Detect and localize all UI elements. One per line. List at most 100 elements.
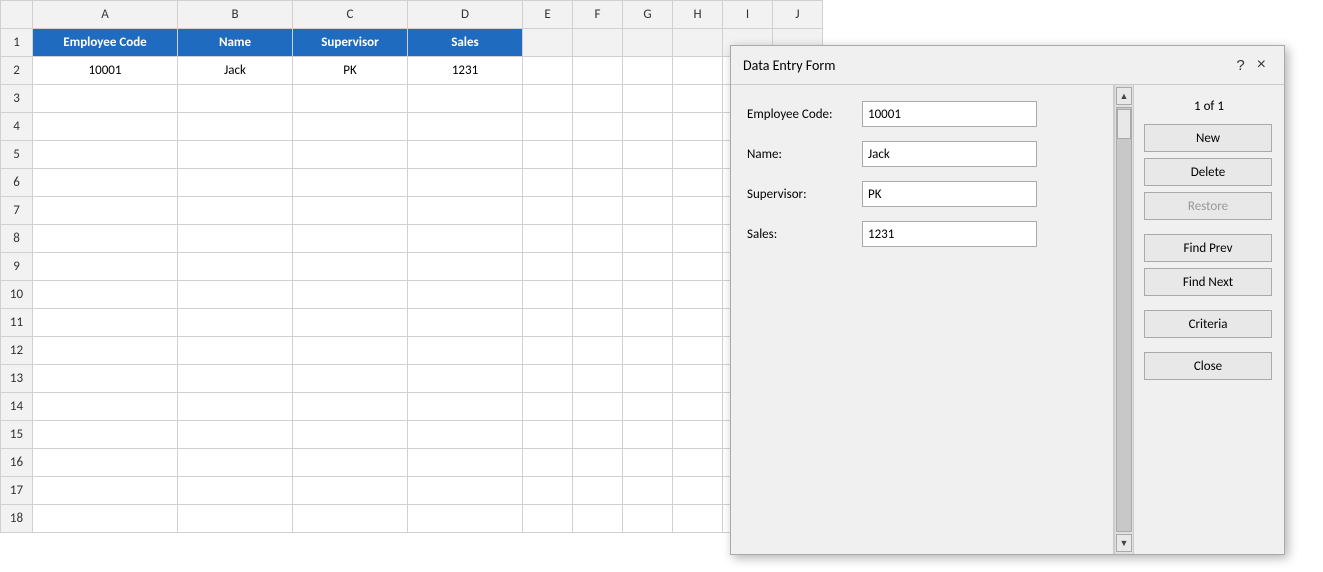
- cell-15-a[interactable]: [33, 421, 178, 449]
- cell-12-a[interactable]: [33, 337, 178, 365]
- cell-11-a[interactable]: [33, 309, 178, 337]
- cell-18-c[interactable]: [293, 505, 408, 533]
- dialog-help-button[interactable]: ?: [1230, 55, 1250, 76]
- cell-16-a[interactable]: [33, 449, 178, 477]
- scrollbar-thumb[interactable]: [1117, 109, 1131, 139]
- cell-7-d[interactable]: [408, 197, 523, 225]
- col-header-h[interactable]: H: [673, 1, 723, 29]
- cell-9-d[interactable]: [408, 253, 523, 281]
- col-header-j[interactable]: J: [773, 1, 823, 29]
- employee-code-input[interactable]: [862, 101, 1037, 127]
- cell-17-c[interactable]: [293, 477, 408, 505]
- cell-6-a[interactable]: [33, 169, 178, 197]
- name-input[interactable]: [862, 141, 1037, 167]
- header-name[interactable]: Name: [178, 29, 293, 57]
- cell-9-b[interactable]: [178, 253, 293, 281]
- cell-14-b[interactable]: [178, 393, 293, 421]
- header-supervisor[interactable]: Supervisor: [293, 29, 408, 57]
- cell-11-b[interactable]: [178, 309, 293, 337]
- cell-2-d[interactable]: 1231: [408, 57, 523, 85]
- col-header-d[interactable]: D: [408, 1, 523, 29]
- cell-4-a[interactable]: [33, 113, 178, 141]
- delete-button[interactable]: Delete: [1144, 158, 1272, 186]
- cell-15-b[interactable]: [178, 421, 293, 449]
- cell-7-c[interactable]: [293, 197, 408, 225]
- criteria-button[interactable]: Criteria: [1144, 310, 1272, 338]
- cell-18-d[interactable]: [408, 505, 523, 533]
- cell-4-d[interactable]: [408, 113, 523, 141]
- cell-13-d[interactable]: [408, 365, 523, 393]
- cell-10-c[interactable]: [293, 281, 408, 309]
- cell-6-b[interactable]: [178, 169, 293, 197]
- scrollbar-up-arrow[interactable]: ▲: [1116, 87, 1132, 105]
- cell-17-b[interactable]: [178, 477, 293, 505]
- cell-3-a[interactable]: [33, 85, 178, 113]
- cell-14-a[interactable]: [33, 393, 178, 421]
- cell-9-a[interactable]: [33, 253, 178, 281]
- cell-6-c[interactable]: [293, 169, 408, 197]
- col-header-c[interactable]: C: [293, 1, 408, 29]
- col-header-g[interactable]: G: [623, 1, 673, 29]
- cell-16-b[interactable]: [178, 449, 293, 477]
- cell-4-b[interactable]: [178, 113, 293, 141]
- cell-5-d[interactable]: [408, 141, 523, 169]
- cell-13-c[interactable]: [293, 365, 408, 393]
- header-employee-code[interactable]: Employee Code: [33, 29, 178, 57]
- cell-14-d[interactable]: [408, 393, 523, 421]
- cell-10-b[interactable]: [178, 281, 293, 309]
- cell-10-d[interactable]: [408, 281, 523, 309]
- cell-13-b[interactable]: [178, 365, 293, 393]
- supervisor-input[interactable]: [862, 181, 1037, 207]
- cell-9-c[interactable]: [293, 253, 408, 281]
- cell-4-c[interactable]: [293, 113, 408, 141]
- dialog-close-x-button[interactable]: ×: [1251, 54, 1272, 76]
- employee-code-row: Employee Code:: [747, 101, 1097, 127]
- find-prev-button[interactable]: Find Prev: [1144, 234, 1272, 262]
- cell-2-b[interactable]: Jack: [178, 57, 293, 85]
- cell-16-c[interactable]: [293, 449, 408, 477]
- cell-16-d[interactable]: [408, 449, 523, 477]
- cell-15-d[interactable]: [408, 421, 523, 449]
- sales-input[interactable]: [862, 221, 1037, 247]
- cell-6-d[interactable]: [408, 169, 523, 197]
- cell-5-b[interactable]: [178, 141, 293, 169]
- col-header-b[interactable]: B: [178, 1, 293, 29]
- scrollbar-down-arrow[interactable]: ▼: [1116, 534, 1132, 552]
- cell-11-c[interactable]: [293, 309, 408, 337]
- cell-14-c[interactable]: [293, 393, 408, 421]
- restore-button[interactable]: Restore: [1144, 192, 1272, 220]
- scrollbar-track[interactable]: [1116, 107, 1132, 532]
- col-header-f[interactable]: F: [573, 1, 623, 29]
- col-header-i[interactable]: I: [723, 1, 773, 29]
- new-button[interactable]: New: [1144, 124, 1272, 152]
- cell-18-b[interactable]: [178, 505, 293, 533]
- cell-8-d[interactable]: [408, 225, 523, 253]
- cell-2-a[interactable]: 10001: [33, 57, 178, 85]
- cell-17-a[interactable]: [33, 477, 178, 505]
- cell-12-c[interactable]: [293, 337, 408, 365]
- cell-8-a[interactable]: [33, 225, 178, 253]
- cell-17-d[interactable]: [408, 477, 523, 505]
- cell-8-b[interactable]: [178, 225, 293, 253]
- cell-3-c[interactable]: [293, 85, 408, 113]
- close-button[interactable]: Close: [1144, 352, 1272, 380]
- cell-15-c[interactable]: [293, 421, 408, 449]
- col-header-a[interactable]: A: [33, 1, 178, 29]
- find-next-button[interactable]: Find Next: [1144, 268, 1272, 296]
- cell-5-c[interactable]: [293, 141, 408, 169]
- cell-10-a[interactable]: [33, 281, 178, 309]
- cell-12-d[interactable]: [408, 337, 523, 365]
- cell-2-c[interactable]: PK: [293, 57, 408, 85]
- cell-11-d[interactable]: [408, 309, 523, 337]
- cell-7-b[interactable]: [178, 197, 293, 225]
- col-header-e[interactable]: E: [523, 1, 573, 29]
- cell-12-b[interactable]: [178, 337, 293, 365]
- cell-13-a[interactable]: [33, 365, 178, 393]
- cell-3-b[interactable]: [178, 85, 293, 113]
- cell-8-c[interactable]: [293, 225, 408, 253]
- cell-18-a[interactable]: [33, 505, 178, 533]
- cell-7-a[interactable]: [33, 197, 178, 225]
- cell-5-a[interactable]: [33, 141, 178, 169]
- header-sales[interactable]: Sales: [408, 29, 523, 57]
- cell-3-d[interactable]: [408, 85, 523, 113]
